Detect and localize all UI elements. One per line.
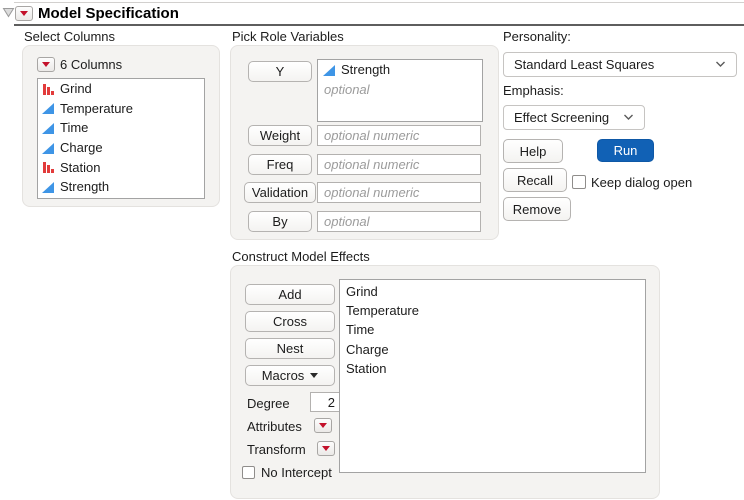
select-columns-label: Select Columns xyxy=(24,29,116,44)
freq-role-button[interactable]: Freq xyxy=(248,154,312,175)
page-title: Model Specification xyxy=(38,5,179,22)
transform-menu-button[interactable] xyxy=(317,441,335,456)
attributes-menu-button[interactable] xyxy=(314,418,332,433)
columns-count-label: 6 Columns xyxy=(60,57,123,72)
cross-button[interactable]: Cross xyxy=(245,311,335,332)
column-name: Charge xyxy=(60,140,103,156)
column-name: Strength xyxy=(60,179,110,195)
nominal-icon xyxy=(43,83,54,95)
macros-button[interactable]: Macros xyxy=(245,365,335,386)
keep-dialog-open-checkbox[interactable] xyxy=(572,175,586,189)
no-intercept-label: No Intercept xyxy=(261,465,332,480)
red-triangle-icon xyxy=(319,423,327,428)
pick-role-variables-label: Pick Role Variables xyxy=(232,29,344,44)
effect-item[interactable]: Station xyxy=(340,359,645,378)
personality-label: Personality: xyxy=(503,29,571,44)
continuous-icon xyxy=(42,142,54,154)
keep-dialog-open-label: Keep dialog open xyxy=(591,175,693,190)
y-role-button[interactable]: Y xyxy=(248,61,312,82)
column-name: Station xyxy=(60,159,101,175)
caret-down-icon xyxy=(310,373,319,378)
y-optional-placeholder: optional xyxy=(324,81,370,97)
continuous-icon xyxy=(42,103,54,115)
select-columns-panel: 6 Columns Grind Temperature Time Charge … xyxy=(22,45,220,207)
chevron-down-icon xyxy=(624,114,633,120)
effect-item[interactable]: Charge xyxy=(340,340,645,359)
model-specification-dialog: Model Specification Select Columns 6 Col… xyxy=(0,0,744,500)
emphasis-value: Effect Screening xyxy=(514,110,610,125)
column-item[interactable]: Grind xyxy=(38,79,204,99)
weight-field[interactable] xyxy=(317,125,481,146)
column-item[interactable]: Strength xyxy=(38,177,204,197)
column-item[interactable]: Station xyxy=(38,157,204,177)
effect-item[interactable]: Grind xyxy=(340,282,645,301)
columns-menu-button[interactable] xyxy=(37,57,55,72)
validation-role-button[interactable]: Validation xyxy=(244,182,316,203)
personality-dropdown[interactable]: Standard Least Squares xyxy=(503,52,737,77)
column-item[interactable]: Time xyxy=(38,118,204,138)
weight-role-button[interactable]: Weight xyxy=(248,125,312,146)
y-assigned-name: Strength xyxy=(341,62,391,78)
remove-button[interactable]: Remove xyxy=(503,197,571,221)
red-triangle-icon xyxy=(20,11,28,16)
column-name: Temperature xyxy=(60,100,133,116)
emphasis-label: Emphasis: xyxy=(503,83,564,98)
construct-model-effects-label: Construct Model Effects xyxy=(232,249,370,264)
freq-field[interactable] xyxy=(317,154,481,175)
column-item[interactable]: Temperature xyxy=(38,99,204,119)
by-role-button[interactable]: By xyxy=(248,211,312,232)
attributes-label: Attributes xyxy=(247,419,302,434)
by-field[interactable] xyxy=(317,211,481,232)
add-button[interactable]: Add xyxy=(245,284,335,305)
outline-menu-button[interactable] xyxy=(15,6,33,21)
validation-field[interactable] xyxy=(317,182,481,203)
effect-item[interactable]: Time xyxy=(340,320,645,339)
chevron-down-icon xyxy=(716,61,725,67)
construct-model-effects-panel: Add Cross Nest Macros Degree Attributes … xyxy=(230,265,660,499)
emphasis-dropdown[interactable]: Effect Screening xyxy=(503,105,645,130)
column-item[interactable]: Charge xyxy=(38,138,204,158)
column-name: Grind xyxy=(60,81,92,97)
effect-item[interactable]: Temperature xyxy=(340,301,645,320)
run-button[interactable]: Run xyxy=(597,139,654,162)
red-triangle-icon xyxy=(322,446,330,451)
no-intercept-checkbox[interactable] xyxy=(242,466,255,479)
red-triangle-icon xyxy=(42,62,50,67)
model-effects-listbox[interactable]: Grind Temperature Time Charge Station xyxy=(339,279,646,473)
recall-button[interactable]: Recall xyxy=(503,168,567,192)
continuous-icon xyxy=(42,181,54,193)
personality-value: Standard Least Squares xyxy=(514,57,655,72)
nominal-icon xyxy=(43,162,54,174)
continuous-icon xyxy=(42,122,54,134)
columns-listbox[interactable]: Grind Temperature Time Charge Station St… xyxy=(37,78,205,199)
y-assigned-item[interactable]: Strength xyxy=(318,60,482,80)
macros-label: Macros xyxy=(261,368,305,383)
help-button[interactable]: Help xyxy=(503,139,563,163)
transform-label: Transform xyxy=(247,442,306,457)
column-name: Time xyxy=(60,120,89,136)
outline-header: Model Specification xyxy=(14,2,744,26)
nest-button[interactable]: Nest xyxy=(245,338,335,359)
pick-role-variables-panel: Y Strength optional Weight Freq Validati… xyxy=(230,45,499,240)
degree-input[interactable] xyxy=(310,392,342,412)
y-role-listbox[interactable]: Strength optional xyxy=(317,59,483,122)
continuous-icon xyxy=(323,64,335,76)
degree-label: Degree xyxy=(247,396,290,411)
